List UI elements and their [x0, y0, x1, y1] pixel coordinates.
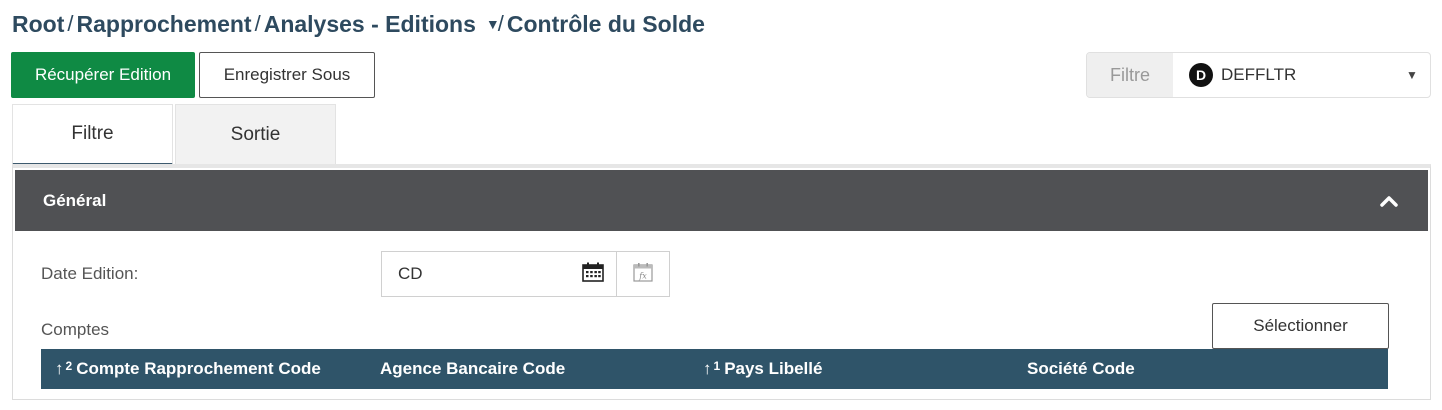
breadcrumb-separator: /	[254, 11, 261, 36]
breadcrumb-root[interactable]: Root	[12, 11, 64, 38]
page-title: Contrôle du Solde	[506, 10, 705, 37]
column-label: Pays Libellé	[724, 359, 823, 378]
column-compte-rapprochement-code[interactable]: ↑ 2 Compte Rapprochement Code	[55, 349, 321, 389]
sort-order: 2	[65, 359, 73, 373]
sort-order: 1	[713, 359, 721, 373]
svg-text:fx: fx	[638, 271, 647, 280]
breadcrumb-analyses-editions[interactable]: Analyses - Editions	[264, 11, 476, 38]
accounts-table-header: ↑ 2 Compte Rapprochement Code Agence Banca…	[41, 349, 1388, 389]
date-edition-input[interactable]: CD	[381, 251, 617, 297]
date-edition-label: Date Edition:	[41, 264, 139, 283]
column-label: Société Code	[1027, 359, 1135, 378]
sort-asc-icon: ↑	[703, 359, 712, 378]
tab-filtre[interactable]: Filtre	[12, 104, 173, 166]
chevron-up-icon[interactable]	[1378, 190, 1400, 212]
breadcrumb-separator: /	[497, 11, 504, 36]
filter-value-text: DEFFLTR	[1221, 65, 1297, 84]
filter-label: Filtre	[1087, 53, 1173, 97]
caret-down-icon[interactable]: ▼	[1394, 68, 1430, 82]
column-societe-code[interactable]: Société Code	[1027, 349, 1135, 389]
recover-edition-button[interactable]: Récupérer Edition	[11, 52, 195, 98]
date-edition-value: CD	[398, 264, 423, 283]
formula-calendar-icon: fx	[633, 262, 653, 287]
accounts-label: Comptes	[41, 320, 110, 339]
select-button[interactable]: Sélectionner	[1212, 303, 1389, 349]
filter-value[interactable]: D DEFFLTR	[1173, 63, 1394, 87]
filter-select[interactable]: Filtre D DEFFLTR ▼	[1086, 52, 1431, 98]
column-label: Compte Rapprochement Code	[76, 359, 321, 378]
calendar-icon[interactable]	[582, 262, 604, 287]
tab-sortie[interactable]: Sortie	[175, 104, 336, 166]
filter-panel: Général Date Edition: CD fx Comptes Séle…	[12, 164, 1431, 400]
section-title: Général	[43, 190, 107, 210]
section-header-general[interactable]: Général	[15, 170, 1428, 231]
column-pays-libelle[interactable]: ↑ 1 Pays Libellé	[703, 349, 822, 389]
save-as-button[interactable]: Enregistrer Sous	[199, 52, 375, 98]
sort-asc-icon: ↑	[55, 359, 64, 378]
default-badge-icon: D	[1189, 63, 1213, 87]
column-label: Agence Bancaire Code	[380, 359, 566, 378]
breadcrumb: Root / Rapprochement / Analyses - Editio…	[12, 8, 705, 40]
breadcrumb-rapprochement[interactable]: Rapprochement	[77, 11, 252, 38]
column-agence-bancaire-code[interactable]: Agence Bancaire Code	[380, 349, 565, 389]
tab-bar: Filtre Sortie	[12, 104, 336, 166]
formula-calendar-button[interactable]: fx	[616, 251, 670, 297]
breadcrumb-separator: /	[67, 11, 74, 36]
